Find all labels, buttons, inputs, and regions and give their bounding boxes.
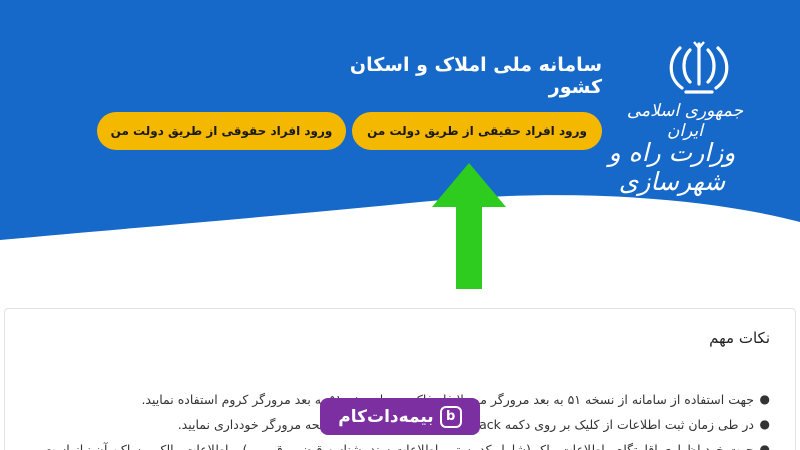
b-logo-icon: b: [439, 405, 462, 428]
login-real-persons-button[interactable]: ورود افراد حقیقی از طریق دولت من: [352, 112, 602, 150]
up-arrow-icon: [432, 163, 506, 289]
login-legal-persons-button[interactable]: ورود افراد حقوقی از طریق دولت من: [97, 112, 346, 150]
notes-title: نکات مهم: [709, 329, 770, 347]
watermark-text: بیمه‌دات‌کام: [338, 406, 434, 427]
bullet-icon: ●: [759, 417, 770, 431]
government-name: جمهوری اسلامی ایران: [626, 101, 744, 141]
ministry-name: وزارت راه و شهرسازی: [608, 138, 736, 196]
watermark-logo: b بیمه‌دات‌کام: [320, 398, 480, 435]
site-title: سامانه ملی املاک و اسکان کشور: [349, 54, 602, 98]
list-item: ● جهت خود اظهاری اقامتگاه ، اطلاعات ملک (…: [40, 437, 770, 450]
bullet-icon: ●: [759, 392, 770, 406]
bullet-icon: ●: [759, 442, 770, 450]
iran-emblem-icon: [669, 41, 729, 94]
note-text: جهت خود اظهاری اقامتگاه ، اطلاعات ملک (ش…: [39, 442, 754, 450]
